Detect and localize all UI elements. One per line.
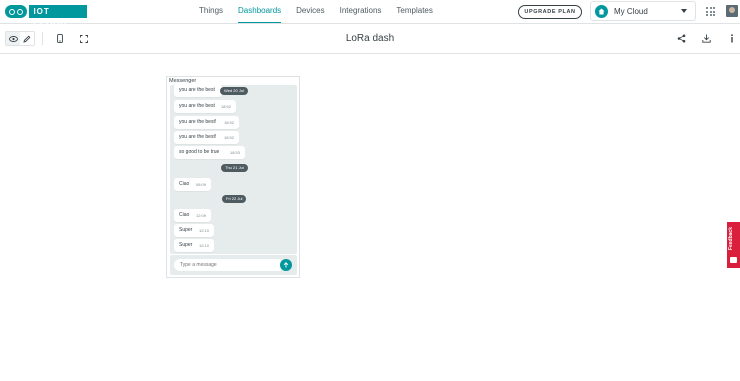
feedback-label: Feedback <box>728 227 734 251</box>
date-separator: Wed 20 Jul <box>220 87 248 95</box>
message-time: 08:09 <box>195 182 206 187</box>
nav-dashboards[interactable]: Dashboards <box>238 0 282 23</box>
phone-icon[interactable] <box>54 33 65 44</box>
message-bubble: Ciao 12:09 <box>174 209 211 222</box>
message-input[interactable] <box>174 259 284 271</box>
message-text: you are the best <box>179 87 215 93</box>
home-icon <box>595 5 608 18</box>
message-time: 18:52 <box>223 120 234 125</box>
nav-templates[interactable]: Templates <box>396 0 432 23</box>
main-nav: Things Dashboards Devices Integrations T… <box>199 0 448 23</box>
message-bubble: Super 12:10 <box>174 224 214 237</box>
dashboard-toolbar: LoRa dash <box>0 24 740 54</box>
message-time: 12:10 <box>198 228 209 233</box>
user-avatar[interactable] <box>726 5 738 17</box>
message-text: so good to be true <box>179 149 220 155</box>
mode-toggle <box>5 31 35 46</box>
download-icon[interactable] <box>701 33 712 44</box>
dashboard-title: LoRa dash <box>345 33 395 44</box>
apps-grid-icon[interactable] <box>706 7 715 16</box>
message-bubble: so good to be true 18:53 <box>174 146 245 159</box>
message-text: Ciao <box>179 212 190 218</box>
message-bubble: you are the best 18:52 <box>174 100 236 113</box>
logo-text: IOT CLOUD <box>29 5 87 29</box>
chat-icon <box>730 257 737 263</box>
widget-title: Messenger <box>169 78 197 84</box>
message-bubble: Super 12:10 <box>174 239 214 252</box>
nav-devices[interactable]: Devices <box>296 0 324 23</box>
message-text: Super <box>179 227 193 233</box>
top-bar: IOT CLOUD Things Dashboards Devices Inte… <box>0 0 740 29</box>
eye-icon[interactable] <box>6 32 20 45</box>
message-time: 18:52 <box>223 135 234 140</box>
message-text: you are the best <box>179 103 215 109</box>
arrow-up-icon <box>283 262 289 268</box>
message-input-bar <box>170 255 297 275</box>
messenger-widget[interactable]: Messenger you are the best Wed 20 Jul yo… <box>166 76 300 278</box>
message-list[interactable]: you are the best Wed 20 Jul you are the … <box>170 85 297 254</box>
message-time: 18:53 <box>229 150 240 155</box>
message-text: you are the best! <box>179 119 217 125</box>
message-bubble: you are the best! 18:52 <box>174 131 239 144</box>
share-icon[interactable] <box>676 33 687 44</box>
message-text: Super <box>179 242 193 248</box>
date-separator: Fri 22 Jul <box>222 195 247 203</box>
send-button[interactable] <box>280 259 292 271</box>
message-text: you are the best! <box>179 134 217 140</box>
nav-integrations[interactable]: Integrations <box>340 0 382 23</box>
message-time: 12:09 <box>195 213 206 218</box>
chevron-down-icon <box>681 9 687 13</box>
info-icon[interactable] <box>726 33 737 44</box>
message-bubble: you are the best <box>174 85 222 97</box>
toolbar-divider <box>42 32 43 45</box>
date-separator: Thu 21 Jul <box>221 164 248 172</box>
nav-things[interactable]: Things <box>199 0 223 23</box>
cloud-selector[interactable]: My Cloud <box>590 1 696 21</box>
message-text: Ciao <box>179 181 190 187</box>
arduino-iot-cloud-logo[interactable]: IOT CLOUD <box>5 5 87 29</box>
fullscreen-icon[interactable] <box>78 33 89 44</box>
message-bubble: Ciao 08:09 <box>174 178 211 191</box>
message-bubble: you are the best! 18:52 <box>174 116 239 129</box>
message-time: 12:10 <box>198 243 209 248</box>
cloud-label: My Cloud <box>614 7 648 16</box>
upgrade-plan-button[interactable]: UPGRADE PLAN <box>518 5 582 19</box>
infinity-logo-icon <box>5 5 28 18</box>
feedback-tab[interactable]: Feedback <box>727 222 740 268</box>
message-time: 18:52 <box>220 104 231 109</box>
pencil-icon[interactable] <box>20 32 34 45</box>
